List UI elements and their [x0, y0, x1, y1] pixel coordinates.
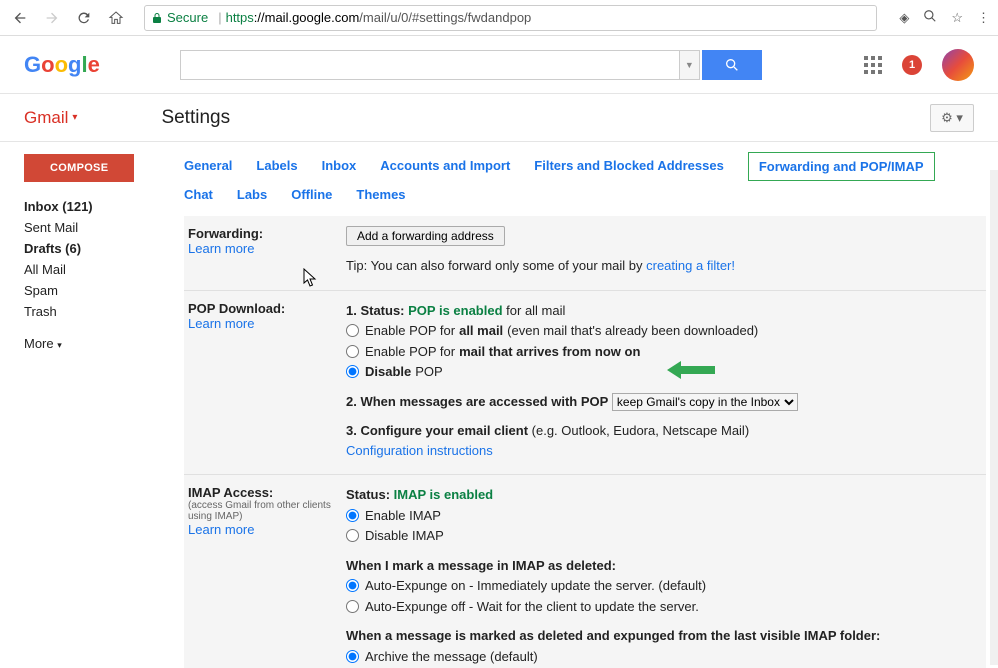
browser-toolbar: Secure | https://mail.google.com/mail/u/… [0, 0, 998, 36]
search-input[interactable] [180, 50, 680, 80]
imap-section: IMAP Access: (access Gmail from other cl… [184, 474, 986, 668]
settings-tab[interactable]: Filters and Blocked Addresses [534, 152, 734, 181]
expunge-off-radio[interactable] [346, 600, 359, 613]
settings-tab[interactable]: Themes [356, 181, 415, 208]
gear-button[interactable]: ⚙ ▾ [930, 104, 974, 132]
address-bar[interactable]: Secure | https://mail.google.com/mail/u/… [144, 5, 877, 31]
search-button[interactable] [702, 50, 762, 80]
forward-button[interactable] [40, 6, 64, 30]
pop-section: POP Download: Learn more 1. Status: POP … [184, 290, 986, 475]
sidebar: COMPOSE Inbox (121)Sent MailDrafts (6)Al… [0, 142, 170, 668]
notification-badge[interactable]: 1 [902, 55, 922, 75]
create-filter-link[interactable]: creating a filter! [646, 258, 735, 273]
sidebar-more[interactable]: More ▾ [24, 336, 170, 351]
back-button[interactable] [8, 6, 32, 30]
sidebar-item[interactable]: All Mail [24, 259, 170, 280]
compose-button[interactable]: COMPOSE [24, 154, 134, 182]
settings-tab[interactable]: Chat [184, 181, 223, 208]
imap-learn-more[interactable]: Learn more [188, 522, 346, 537]
pop-learn-more[interactable]: Learn more [188, 316, 346, 331]
app-header: Google ▼ 1 [0, 36, 998, 94]
apps-icon[interactable] [864, 56, 882, 74]
pop-all-radio[interactable] [346, 324, 359, 337]
home-button[interactable] [104, 6, 128, 30]
pop-accessed-select[interactable]: keep Gmail's copy in the Inbox [612, 393, 798, 411]
settings-tab[interactable]: General [184, 152, 242, 181]
sidebar-item[interactable]: Spam [24, 280, 170, 301]
avatar[interactable] [942, 49, 974, 81]
forwarding-section: Forwarding: Learn more Add a forwarding … [184, 216, 986, 290]
settings-content: General Labels Inbox Accounts and Import Fil… [170, 142, 998, 668]
sidebar-item[interactable]: Inbox (121) [24, 196, 170, 217]
settings-tab[interactable]: Accounts and Import [380, 152, 520, 181]
settings-tab[interactable]: Offline [291, 181, 342, 208]
sidebar-item[interactable]: Trash [24, 301, 170, 322]
zoom-icon[interactable] [923, 9, 937, 26]
gmail-dropdown[interactable]: Gmail [24, 108, 77, 128]
forwarding-learn-more[interactable]: Learn more [188, 241, 346, 256]
star-icon[interactable]: ☆ [951, 10, 963, 26]
pop-new-radio[interactable] [346, 345, 359, 358]
google-logo[interactable]: Google [24, 52, 100, 78]
settings-tab[interactable]: Labs [237, 181, 277, 208]
settings-tab[interactable]: Inbox [322, 152, 367, 181]
sidebar-item[interactable]: Sent Mail [24, 217, 170, 238]
sidebar-item[interactable]: Drafts (6) [24, 238, 170, 259]
archive-radio[interactable] [346, 650, 359, 663]
settings-tabs: General Labels Inbox Accounts and Import Fil… [184, 152, 986, 208]
pop-disable-radio[interactable] [346, 365, 359, 378]
pop-config-link[interactable]: Configuration instructions [346, 441, 978, 461]
settings-tab[interactable]: Forwarding and POP/IMAP [748, 152, 935, 181]
page-title: Settings [161, 107, 230, 129]
imap-disable-radio[interactable] [346, 529, 359, 542]
eye-icon[interactable]: ◈ [899, 10, 909, 26]
imap-enable-radio[interactable] [346, 509, 359, 522]
sub-header: Gmail Settings ⚙ ▾ [0, 94, 998, 142]
add-forwarding-button[interactable]: Add a forwarding address [346, 226, 505, 246]
scrollbar[interactable] [990, 170, 998, 665]
menu-icon[interactable]: ⋮ [977, 10, 990, 26]
settings-tab[interactable]: Labels [256, 152, 307, 181]
reload-button[interactable] [72, 6, 96, 30]
expunge-on-radio[interactable] [346, 579, 359, 592]
lock-icon: Secure [151, 10, 208, 25]
search-dropdown[interactable]: ▼ [680, 50, 700, 80]
